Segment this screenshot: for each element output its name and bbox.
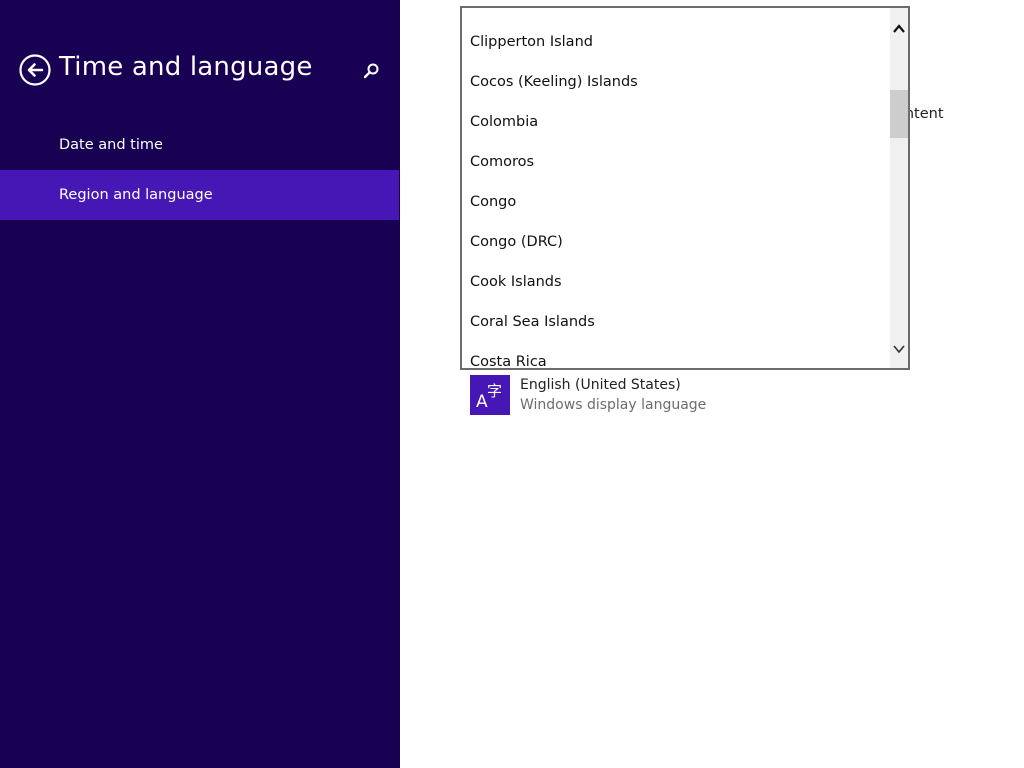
country-dropdown-list[interactable]: Clipperton Island Cocos (Keeling) Island… — [460, 6, 910, 370]
scrollbar-thumb[interactable] — [890, 90, 908, 138]
back-button[interactable] — [19, 54, 51, 86]
settings-pane: Time and language Date and time Region a… — [0, 0, 400, 768]
country-list: Clipperton Island Cocos (Keeling) Island… — [462, 8, 890, 368]
scrollbar[interactable] — [890, 8, 908, 368]
back-arrow-icon — [19, 54, 51, 86]
nav-item-date-and-time[interactable]: Date and time — [0, 120, 399, 170]
list-item[interactable]: Congo (DRC) — [462, 222, 890, 262]
nav-item-region-and-language[interactable]: Region and language — [0, 170, 399, 220]
language-icon: A 字 — [476, 382, 502, 412]
nav-item-label: Date and time — [59, 137, 163, 153]
search-icon — [363, 63, 379, 79]
list-item[interactable]: Colombia — [462, 102, 890, 142]
list-item[interactable]: Congo — [462, 182, 890, 222]
scroll-down-button[interactable] — [890, 328, 908, 368]
list-item[interactable]: Cocos (Keeling) Islands — [462, 62, 890, 102]
language-tile[interactable]: A 字 — [470, 375, 510, 415]
list-item[interactable]: Cook Islands — [462, 262, 890, 302]
page-title: Time and language — [59, 52, 313, 82]
search-button[interactable] — [360, 60, 382, 82]
list-item[interactable]: Costa Rica — [462, 342, 890, 368]
list-item[interactable]: Comoros — [462, 142, 890, 182]
svg-text:字: 字 — [487, 382, 502, 400]
nav-item-label: Region and language — [59, 187, 213, 203]
list-item[interactable]: Clipperton Island — [462, 22, 890, 62]
language-description: Windows display language — [520, 397, 707, 413]
chevron-down-icon — [893, 345, 905, 354]
chevron-up-icon — [893, 24, 905, 33]
list-item[interactable]: Coral Sea Islands — [462, 302, 890, 342]
language-name[interactable]: English (United States) — [520, 377, 681, 393]
scroll-up-button[interactable] — [890, 8, 908, 48]
